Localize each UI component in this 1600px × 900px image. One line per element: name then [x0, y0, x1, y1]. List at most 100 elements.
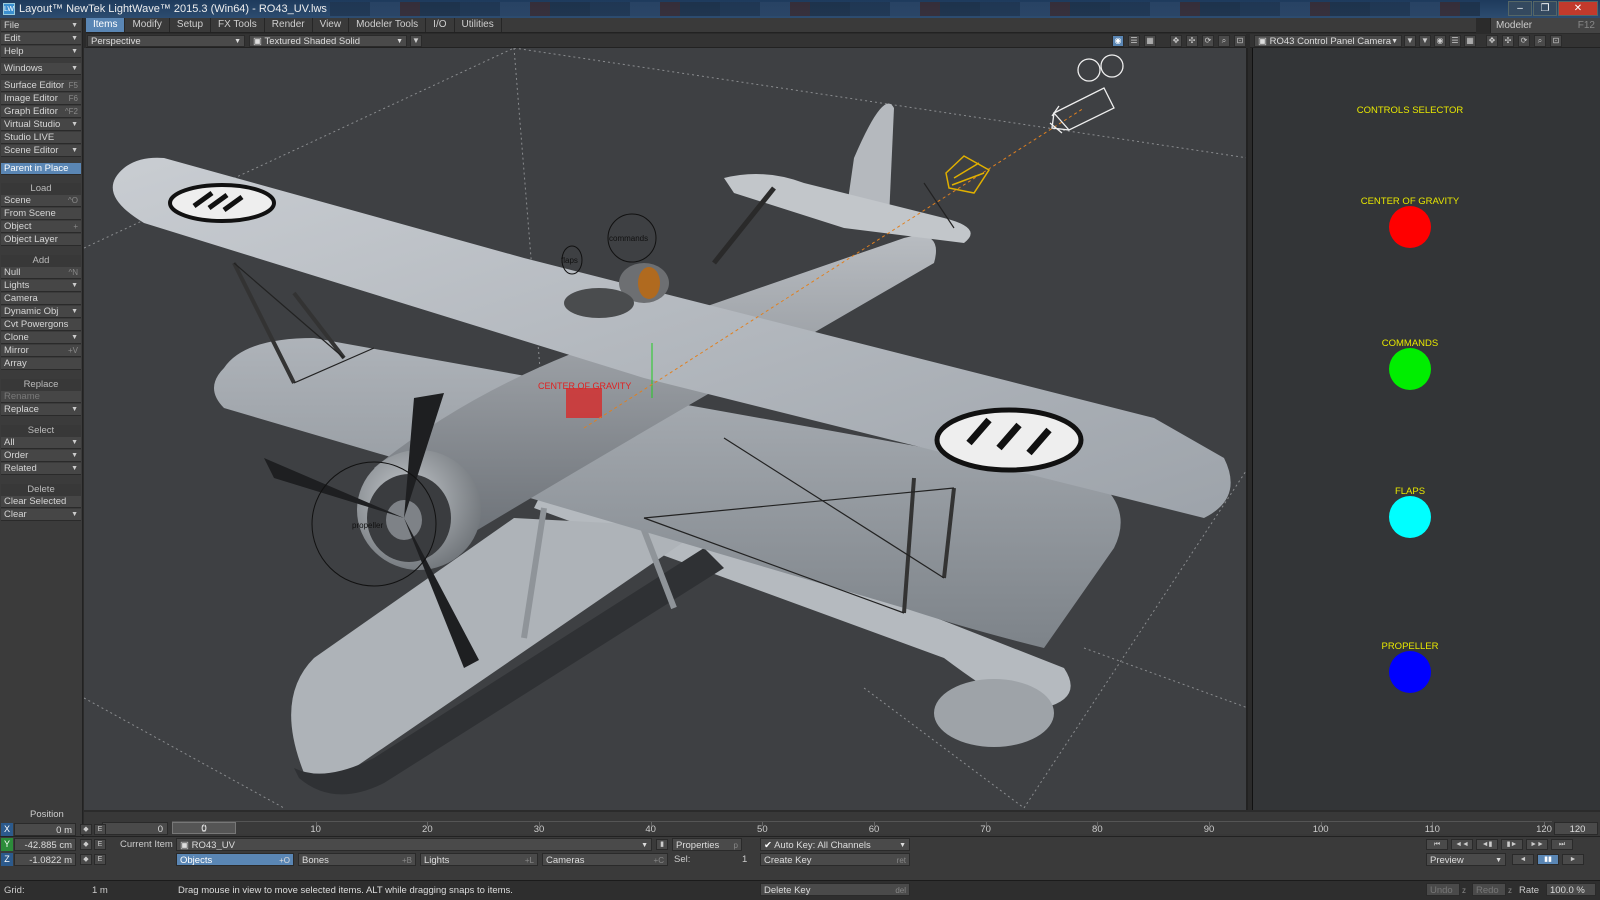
end-frame-field[interactable]: 120: [1554, 822, 1598, 835]
bounding-box-icon[interactable]: ▦: [1144, 35, 1156, 47]
y-envelope-button[interactable]: E: [94, 839, 106, 850]
right-options-icon[interactable]: ▼: [1419, 35, 1431, 47]
first-frame-icon[interactable]: ⏮: [1426, 839, 1448, 850]
load-from-scene-button[interactable]: From Scene: [1, 208, 81, 220]
play-icon[interactable]: ►: [1562, 854, 1584, 865]
x-reset-icon[interactable]: ◆: [80, 824, 92, 835]
item-pin-icon[interactable]: ▮: [656, 839, 668, 850]
center-of-gravity-null[interactable]: [566, 388, 602, 418]
propeller-control[interactable]: [1389, 651, 1431, 693]
tab-view[interactable]: View: [313, 18, 350, 32]
rotate-view-icon[interactable]: ✣: [1186, 35, 1198, 47]
camera-select[interactable]: ▣ RO43 Control Panel Camera ▼: [1254, 35, 1402, 47]
clear-menu[interactable]: Clear ▼: [1, 509, 81, 521]
cameras-tab[interactable]: Cameras +C: [542, 853, 668, 866]
select-all-menu[interactable]: All ▼: [1, 437, 81, 449]
position-y-field[interactable]: -42.885 cm: [14, 838, 76, 851]
edit-menu[interactable]: Edit ▼: [1, 33, 81, 45]
play-reverse-icon[interactable]: ◄: [1512, 854, 1534, 865]
tab-io[interactable]: I/O: [426, 18, 455, 32]
next-key-icon[interactable]: ►►: [1526, 839, 1548, 850]
right-move-view-icon[interactable]: ✥: [1486, 35, 1498, 47]
mirror-button[interactable]: Mirror +V: [1, 345, 81, 357]
redo-button[interactable]: Redo: [1472, 883, 1506, 896]
objects-tab[interactable]: Objects +O: [176, 853, 294, 866]
minimize-button[interactable]: –: [1508, 1, 1532, 16]
next-frame-icon[interactable]: ▮►: [1501, 839, 1523, 850]
lw-app-icon[interactable]: LW: [3, 3, 15, 15]
add-camera-button[interactable]: Camera: [1, 293, 81, 305]
cvt-powergons-button[interactable]: Cvt Powergons: [1, 319, 81, 331]
help-menu[interactable]: Help ▼: [1, 46, 81, 58]
right-view-dropdown-icon[interactable]: ▼: [1404, 35, 1416, 47]
replace-menu[interactable]: Replace ▼: [1, 404, 81, 416]
commands-control[interactable]: [1389, 348, 1431, 390]
rate-field[interactable]: 100.0 %: [1546, 883, 1596, 896]
lights-tab[interactable]: Lights +L: [420, 853, 538, 866]
camera-view-icon[interactable]: ◉: [1112, 35, 1124, 47]
virtual-studio-menu[interactable]: Virtual Studio ▼: [1, 119, 81, 131]
restore-button[interactable]: ❐: [1533, 1, 1557, 16]
current-item-select[interactable]: ▣ RO43_UV ▼: [176, 838, 652, 851]
array-button[interactable]: Array: [1, 358, 81, 370]
modeler-button[interactable]: Modeler F12: [1490, 18, 1600, 33]
undo-button[interactable]: Undo: [1426, 883, 1460, 896]
right-camera-view-icon[interactable]: ◉: [1434, 35, 1446, 47]
start-frame-field[interactable]: 0: [102, 822, 168, 835]
tab-fx-tools[interactable]: FX Tools: [211, 18, 265, 32]
last-frame-icon[interactable]: ⏭: [1551, 839, 1573, 850]
zoom-view-icon[interactable]: ⌕: [1218, 35, 1230, 47]
control-panel-viewport[interactable]: CONTROLS SELECTOR CENTER OF GRAVITY COMM…: [1252, 48, 1600, 810]
position-x-field[interactable]: 0 m: [14, 823, 76, 836]
right-orbit-view-icon[interactable]: ⟳: [1518, 35, 1530, 47]
scene-editor-menu[interactable]: Scene Editor ▼: [1, 145, 81, 157]
file-menu[interactable]: File ▼: [1, 20, 81, 32]
properties-button[interactable]: Properties p: [672, 838, 742, 851]
x-envelope-button[interactable]: E: [94, 824, 106, 835]
render-mode-select[interactable]: ▣ Textured Shaded Solid ▼: [249, 35, 407, 47]
camera-target-icon[interactable]: [945, 155, 991, 194]
image-editor-button[interactable]: Image Editor F6: [1, 93, 81, 105]
load-scene-button[interactable]: Scene ^O: [1, 195, 81, 207]
create-key-button[interactable]: Create Key ret: [760, 853, 910, 866]
center-of-gravity-control[interactable]: [1389, 206, 1431, 248]
tab-render[interactable]: Render: [265, 18, 313, 32]
delete-key-button[interactable]: Delete Key del: [760, 883, 910, 896]
bones-tab[interactable]: Bones +B: [298, 853, 416, 866]
add-null-button[interactable]: Null ^N: [1, 267, 81, 279]
z-envelope-button[interactable]: E: [94, 854, 106, 865]
select-order-menu[interactable]: Order ▼: [1, 450, 81, 462]
prev-frame-icon[interactable]: ◄▮: [1476, 839, 1498, 850]
close-button[interactable]: ✕: [1558, 1, 1598, 16]
position-z-field[interactable]: -1.0822 m: [14, 853, 76, 866]
y-reset-icon[interactable]: ◆: [80, 839, 92, 850]
graph-editor-button[interactable]: Graph Editor ^F2: [1, 106, 81, 118]
rename-button[interactable]: Rename: [1, 391, 81, 403]
tab-modeler-tools[interactable]: Modeler Tools: [349, 18, 427, 32]
load-object-button[interactable]: Object +: [1, 221, 81, 233]
clone-menu[interactable]: Clone ▼: [1, 332, 81, 344]
z-reset-icon[interactable]: ◆: [80, 854, 92, 865]
auto-key-select[interactable]: ✔ Auto Key: All Channels ▼: [760, 838, 910, 851]
orbit-view-icon[interactable]: ⟳: [1202, 35, 1214, 47]
add-dynamic-obj-menu[interactable]: Dynamic Obj ▼: [1, 306, 81, 318]
right-zoom-view-icon[interactable]: ⌕: [1534, 35, 1546, 47]
windows-menu[interactable]: Windows ▼: [1, 63, 81, 75]
view-mode-select[interactable]: Perspective ▼: [87, 35, 245, 47]
tab-modify[interactable]: Modify: [125, 18, 170, 32]
camera-icon[interactable]: [1049, 54, 1124, 134]
tab-setup[interactable]: Setup: [170, 18, 212, 32]
right-bounding-box-icon[interactable]: ▦: [1464, 35, 1476, 47]
right-list-icon[interactable]: ☰: [1449, 35, 1461, 47]
scene-render[interactable]: flaps commands propeller CENTER OF GRAVI…: [84, 48, 1248, 810]
move-view-icon[interactable]: ✥: [1170, 35, 1182, 47]
perspective-viewport[interactable]: flaps commands propeller CENTER OF GRAVI…: [84, 48, 1248, 810]
clear-selected-button[interactable]: Clear Selected: [1, 496, 81, 508]
prev-key-icon[interactable]: ◄◄: [1451, 839, 1473, 850]
maximize-viewport-icon[interactable]: ⊡: [1234, 35, 1246, 47]
add-lights-menu[interactable]: Lights ▼: [1, 280, 81, 292]
flaps-control[interactable]: [1389, 496, 1431, 538]
select-related-menu[interactable]: Related ▼: [1, 463, 81, 475]
studio-live-button[interactable]: Studio LIVE: [1, 132, 81, 144]
tab-utilities[interactable]: Utilities: [455, 18, 502, 32]
